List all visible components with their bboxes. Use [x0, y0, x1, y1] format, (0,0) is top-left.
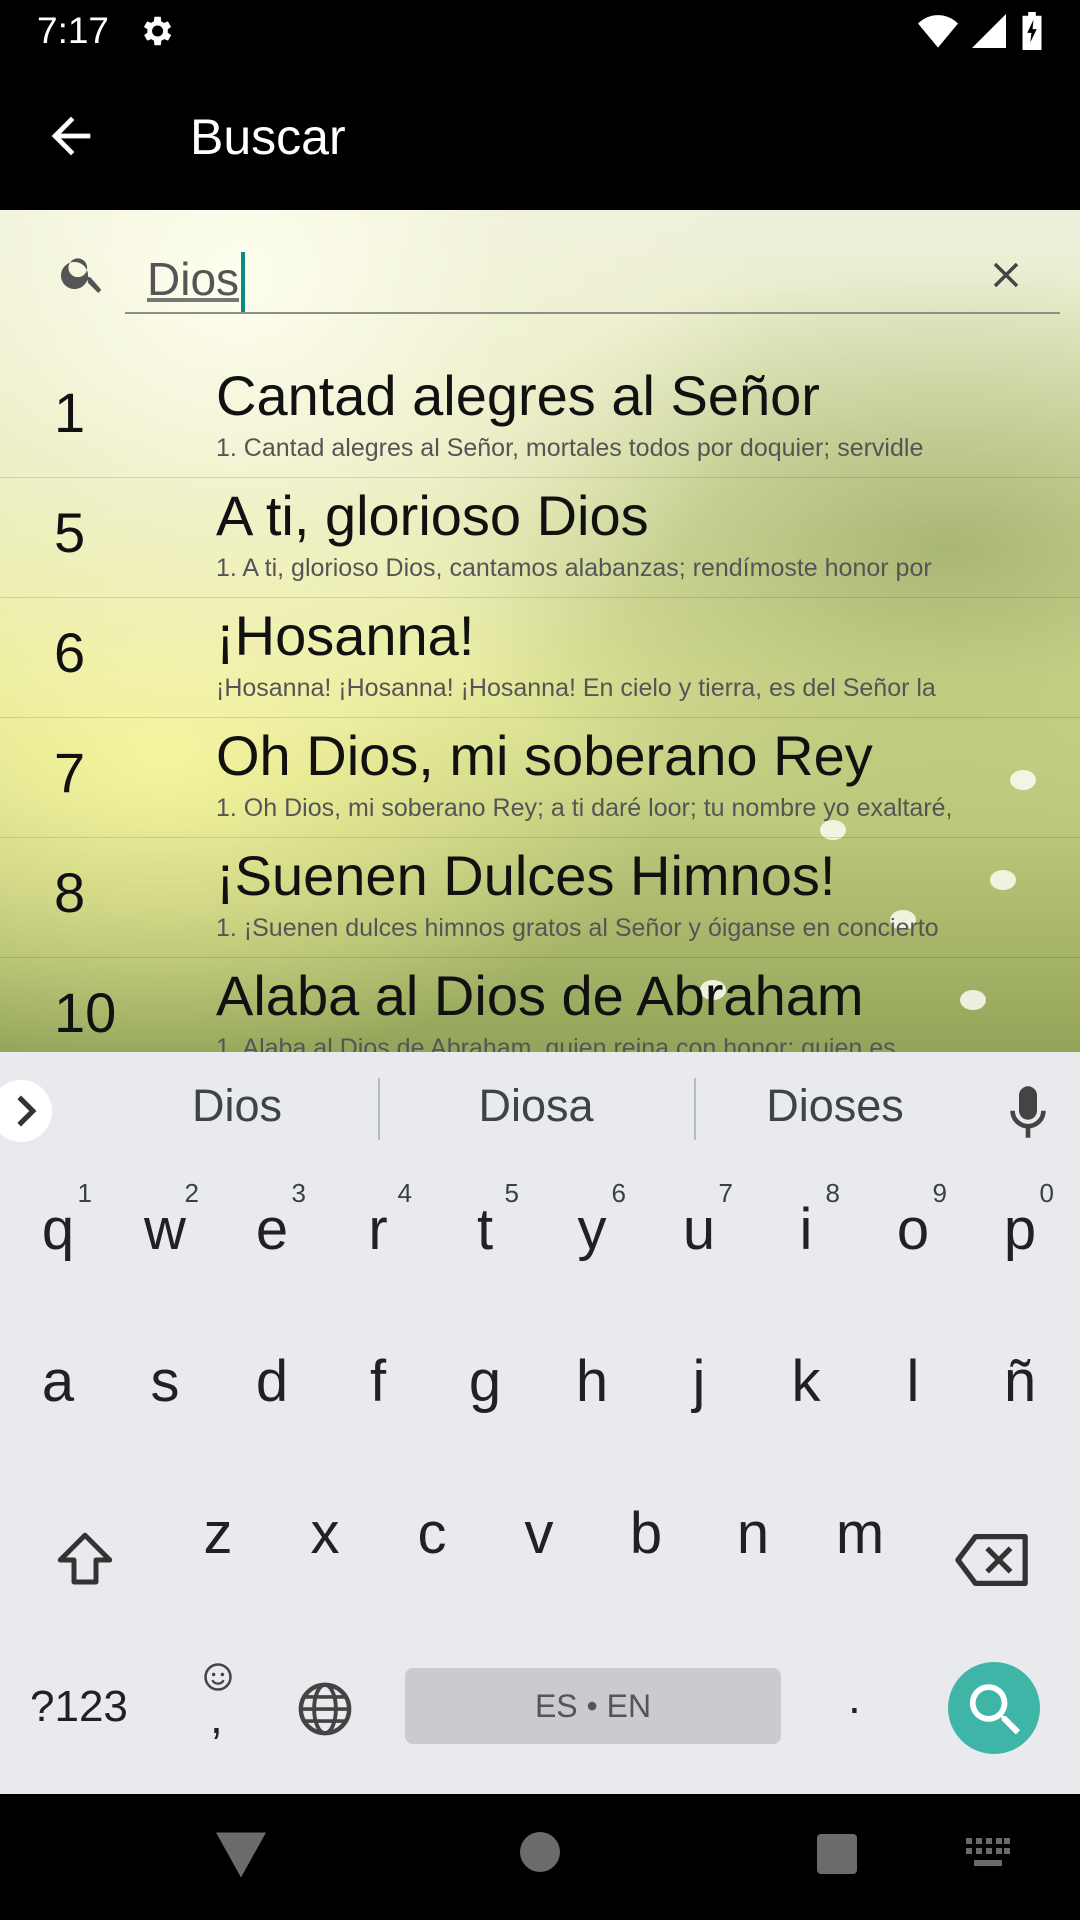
key-i[interactable]: 8i	[756, 1168, 856, 1298]
key-x[interactable]: x	[275, 1472, 375, 1602]
key-z[interactable]: z	[168, 1472, 268, 1602]
clear-search-icon[interactable]	[985, 254, 1027, 296]
battery-charging-icon	[1022, 12, 1042, 50]
key-k[interactable]: k	[756, 1320, 856, 1450]
key-q[interactable]: 1q	[8, 1168, 108, 1298]
hymn-title: A ti, glorioso Dios	[216, 484, 649, 547]
hymn-snippet: 1. ¡Suenen dulces himnos gratos al Señor…	[216, 914, 939, 942]
result-row[interactable]: 1 Cantad alegres al Señor 1. Cantad aleg…	[0, 358, 1080, 478]
suggestion-item[interactable]: Dios	[92, 1080, 382, 1132]
hymn-number: 1	[54, 381, 86, 444]
settings-gear-icon	[143, 16, 172, 46]
key-l[interactable]: l	[863, 1320, 963, 1450]
comma-label: ,	[210, 1691, 223, 1743]
hymn-title: ¡Hosanna!	[216, 604, 475, 667]
key-u[interactable]: 7u	[649, 1168, 749, 1298]
result-row[interactable]: 5 A ti, glorioso Dios 1. A ti, glorioso …	[0, 478, 1080, 598]
hymn-title: Alaba al Dios de Abraham	[216, 964, 864, 1027]
key-m[interactable]: m	[810, 1472, 910, 1602]
hymn-number: 6	[54, 621, 86, 684]
hymn-snippet: 1. Cantad alegres al Señor, mortales tod…	[216, 434, 924, 462]
key-n-tilde[interactable]: ñ	[970, 1320, 1070, 1450]
period-key[interactable]: .	[848, 1670, 861, 1724]
search-query-text[interactable]: Dios	[147, 252, 239, 306]
hymn-number: 8	[54, 861, 86, 924]
key-s[interactable]: s	[115, 1320, 215, 1450]
keyboard-search-button[interactable]	[948, 1662, 1040, 1754]
hymn-title: ¡Suenen Dulces Himnos!	[216, 844, 836, 907]
key-y[interactable]: 6y	[542, 1168, 642, 1298]
key-f[interactable]: f	[328, 1320, 428, 1450]
space-bar[interactable]: ES • EN	[405, 1668, 781, 1744]
nav-home-icon[interactable]	[520, 1832, 560, 1872]
key-g[interactable]: g	[435, 1320, 535, 1450]
hymn-number: 7	[54, 741, 86, 804]
nav-recents-icon[interactable]	[817, 1834, 857, 1874]
result-row[interactable]: 10 Alaba al Dios de Abraham 1. Alaba al …	[0, 958, 1080, 1052]
key-e[interactable]: 3e	[222, 1168, 322, 1298]
key-b[interactable]: b	[596, 1472, 696, 1602]
emoji-icon	[204, 1663, 232, 1691]
result-row[interactable]: 8 ¡Suenen Dulces Himnos! 1. ¡Suenen dulc…	[0, 838, 1080, 958]
suggestion-item[interactable]: Dioses	[690, 1080, 980, 1132]
navigation-bar	[0, 1794, 1080, 1920]
key-a[interactable]: a	[8, 1320, 108, 1450]
shift-icon[interactable]	[52, 1527, 118, 1593]
result-row[interactable]: 7 Oh Dios, mi soberano Rey 1. Oh Dios, m…	[0, 718, 1080, 838]
hymn-number: 10	[54, 981, 117, 1044]
key-r[interactable]: 4r	[328, 1168, 428, 1298]
key-h[interactable]: h	[542, 1320, 642, 1450]
key-c[interactable]: c	[382, 1472, 482, 1602]
status-time: 7:17	[37, 10, 110, 51]
key-j[interactable]: j	[649, 1320, 749, 1450]
hymn-snippet: 1. A ti, glorioso Dios, cantamos alabanz…	[216, 554, 932, 582]
suggestion-divider	[378, 1078, 380, 1140]
key-v[interactable]: v	[489, 1472, 589, 1602]
search-bar: Dios	[0, 210, 1080, 335]
search-icon	[969, 1684, 1021, 1735]
key-w[interactable]: 2w	[115, 1168, 215, 1298]
soft-keyboard: Dios Diosa Dioses 1q 2w 3e 4r 5t 6y 7u 8…	[0, 1052, 1080, 1794]
expand-suggestions-button[interactable]	[0, 1080, 52, 1142]
key-d[interactable]: d	[222, 1320, 322, 1450]
keyboard-switch-icon[interactable]	[966, 1838, 1010, 1868]
suggestion-strip: Dios Diosa Dioses	[0, 1052, 1080, 1168]
microphone-icon[interactable]	[1010, 1086, 1046, 1138]
key-p[interactable]: 0p	[970, 1168, 1070, 1298]
chevron-right-icon	[17, 1095, 37, 1127]
hymn-number: 5	[54, 501, 86, 564]
nav-back-icon[interactable]	[216, 1832, 266, 1878]
results-list: 1 Cantad alegres al Señor 1. Cantad aleg…	[0, 358, 1080, 1052]
key-o[interactable]: 9o	[863, 1168, 963, 1298]
search-icon	[60, 258, 102, 293]
globe-icon[interactable]	[296, 1680, 354, 1738]
status-bar: 7:17	[0, 0, 1080, 63]
key-n[interactable]: n	[703, 1472, 803, 1602]
symbols-key[interactable]: ?123	[30, 1682, 128, 1732]
result-row[interactable]: 6 ¡Hosanna! ¡Hosanna! ¡Hosanna! ¡Hosanna…	[0, 598, 1080, 718]
back-arrow-icon[interactable]	[42, 107, 100, 165]
hymn-title: Cantad alegres al Señor	[216, 364, 820, 427]
hymn-snippet: 1. Alaba al Dios de Abraham, quien reina…	[216, 1034, 896, 1052]
backspace-icon[interactable]	[955, 1530, 1031, 1590]
app-bar: Buscar	[0, 63, 1080, 210]
suggestion-item[interactable]: Diosa	[391, 1080, 681, 1132]
hymn-title: Oh Dios, mi soberano Rey	[216, 724, 873, 787]
hymn-snippet: 1. Oh Dios, mi soberano Rey; a ti daré l…	[216, 794, 953, 822]
wifi-icon	[918, 15, 958, 48]
hymn-snippet: ¡Hosanna! ¡Hosanna! ¡Hosanna! En cielo y…	[216, 674, 936, 702]
key-t[interactable]: 5t	[435, 1168, 535, 1298]
comma-key[interactable]: ,	[198, 1662, 238, 1752]
text-cursor	[241, 252, 245, 312]
search-results-panel: Dios 1 Cantad alegres al Señor 1. Cantad…	[0, 210, 1080, 1052]
page-title: Buscar	[190, 109, 346, 165]
search-input[interactable]: Dios	[125, 240, 1060, 314]
cell-signal-icon	[972, 14, 1006, 48]
